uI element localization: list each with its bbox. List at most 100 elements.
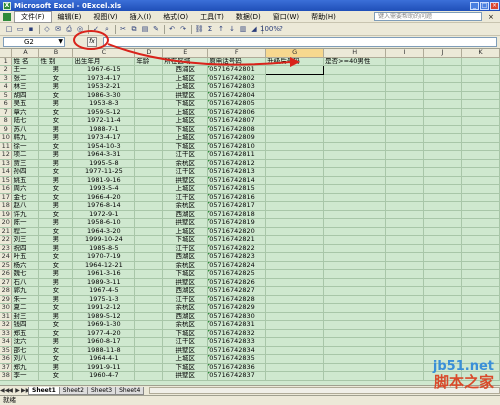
cell-g36[interactable] bbox=[265, 354, 325, 364]
cell-i12[interactable] bbox=[385, 150, 425, 160]
cell-b23[interactable]: 男 bbox=[38, 244, 74, 253]
cell-b31[interactable]: 男 bbox=[38, 312, 74, 321]
cell-b21[interactable]: 女 bbox=[38, 227, 74, 236]
cell-b27[interactable]: 男 bbox=[38, 278, 74, 287]
menu-file[interactable]: 文件(F) bbox=[14, 10, 52, 23]
cell-e25[interactable]: 余杭区 bbox=[162, 261, 209, 270]
row-header[interactable]: 32 bbox=[0, 320, 13, 330]
cell-i26[interactable] bbox=[385, 269, 425, 279]
cell-h23[interactable] bbox=[323, 244, 387, 253]
cell-k14[interactable] bbox=[461, 167, 500, 177]
cell-a23[interactable]: 祝四 bbox=[11, 244, 40, 253]
row-header[interactable]: 10 bbox=[0, 133, 13, 143]
tab-scroll-icon[interactable]: ▶ bbox=[14, 387, 21, 394]
cell-a32[interactable]: 钱四 bbox=[11, 320, 40, 330]
cell-c27[interactable]: 1989-3-11 bbox=[72, 278, 136, 287]
select-all-corner[interactable] bbox=[0, 49, 13, 58]
cell-g4[interactable] bbox=[265, 82, 325, 92]
cell-c12[interactable]: 1964-3-31 bbox=[72, 150, 136, 160]
cell-c32[interactable]: 1969-1-30 bbox=[72, 320, 136, 330]
cell-c9[interactable]: 1988-7-1 bbox=[72, 125, 136, 134]
row-header[interactable]: 38 bbox=[0, 371, 13, 381]
cell-f19[interactable]: 05716742818 bbox=[207, 210, 267, 219]
row-header[interactable]: 34 bbox=[0, 337, 13, 347]
cell-f37[interactable]: 05716742836 bbox=[207, 363, 267, 372]
cell-f17[interactable]: 05716742816 bbox=[207, 193, 267, 202]
cell-h7[interactable] bbox=[323, 108, 387, 117]
cell-c2[interactable]: 1967-6-15 bbox=[72, 65, 136, 75]
tab-sheet4[interactable]: Sheet4 bbox=[115, 386, 145, 395]
cell-j5[interactable] bbox=[423, 91, 462, 100]
cell-d2[interactable] bbox=[134, 65, 164, 75]
cell-e8[interactable]: 上城区 bbox=[162, 116, 209, 126]
cell-i3[interactable] bbox=[385, 74, 425, 83]
cell-a6[interactable]: 吴五 bbox=[11, 99, 40, 109]
cell-c7[interactable]: 1959-5-12 bbox=[72, 108, 136, 117]
cell-k13[interactable] bbox=[461, 159, 500, 168]
cell-c28[interactable]: 1967-4-5 bbox=[72, 286, 136, 296]
cell-g10[interactable] bbox=[265, 133, 325, 143]
cell-d29[interactable] bbox=[134, 295, 164, 304]
cell-i11[interactable] bbox=[385, 142, 425, 151]
save-icon[interactable]: ▪ bbox=[26, 24, 36, 34]
row-header[interactable]: 15 bbox=[0, 176, 13, 185]
row-header[interactable]: 35 bbox=[0, 346, 13, 355]
cell-c34[interactable]: 1960-8-17 bbox=[72, 337, 136, 347]
cell-j21[interactable] bbox=[423, 227, 462, 236]
cell-f27[interactable]: 05716742826 bbox=[207, 278, 267, 287]
tab-sheet2[interactable]: Sheet2 bbox=[58, 386, 88, 395]
tab-sheet3[interactable]: Sheet3 bbox=[86, 386, 117, 395]
row-header[interactable]: 30 bbox=[0, 303, 13, 313]
cell-i38[interactable] bbox=[385, 371, 425, 381]
cell-f21[interactable]: 05716742820 bbox=[207, 227, 267, 236]
cell-d32[interactable] bbox=[134, 320, 164, 330]
zoom-icon[interactable]: 100% bbox=[260, 24, 280, 34]
cell-e38[interactable]: 拱墅区 bbox=[162, 371, 209, 381]
cell-c26[interactable]: 1961-3-16 bbox=[72, 269, 136, 279]
cell-g1[interactable]: 升级后号码 bbox=[265, 57, 325, 66]
paste-icon[interactable]: ▤ bbox=[140, 24, 150, 34]
formula-input[interactable] bbox=[103, 37, 497, 47]
cell-h29[interactable] bbox=[323, 295, 387, 304]
close-workbook-icon[interactable]: × bbox=[488, 13, 496, 21]
cell-a17[interactable]: 金七 bbox=[11, 193, 40, 202]
cell-i24[interactable] bbox=[385, 252, 425, 262]
cell-i16[interactable] bbox=[385, 184, 425, 194]
cell-k9[interactable] bbox=[461, 125, 500, 134]
cell-b11[interactable]: 女 bbox=[38, 142, 74, 151]
cell-b17[interactable]: 女 bbox=[38, 193, 74, 202]
column-header-i[interactable]: I bbox=[385, 49, 425, 58]
cell-g33[interactable] bbox=[265, 329, 325, 338]
cell-b34[interactable]: 男 bbox=[38, 337, 74, 347]
cell-i37[interactable] bbox=[385, 363, 425, 372]
cell-d15[interactable] bbox=[134, 176, 164, 185]
cell-c37[interactable]: 1991-9-11 bbox=[72, 363, 136, 372]
close-button[interactable]: × bbox=[490, 1, 499, 10]
cell-k5[interactable] bbox=[461, 91, 500, 100]
cell-j12[interactable] bbox=[423, 150, 462, 160]
cell-g15[interactable] bbox=[265, 176, 325, 185]
cell-a33[interactable]: 郑五 bbox=[11, 329, 40, 338]
cell-h4[interactable] bbox=[323, 82, 387, 92]
cell-g12[interactable] bbox=[265, 150, 325, 160]
cell-c36[interactable]: 1964-4-1 bbox=[72, 354, 136, 364]
cell-b25[interactable]: 女 bbox=[38, 261, 74, 270]
cell-e23[interactable]: 江干区 bbox=[162, 244, 209, 253]
cell-f11[interactable]: 05716742810 bbox=[207, 142, 267, 151]
cell-g28[interactable] bbox=[265, 286, 325, 296]
cell-h37[interactable] bbox=[323, 363, 387, 372]
row-header[interactable]: 2 bbox=[0, 65, 13, 75]
cell-g32[interactable] bbox=[265, 320, 325, 330]
cell-e1[interactable]: 所在区域 bbox=[162, 57, 209, 66]
cell-f24[interactable]: 05716742823 bbox=[207, 252, 267, 262]
minimize-button[interactable]: _ bbox=[470, 1, 479, 10]
cell-i25[interactable] bbox=[385, 261, 425, 270]
cell-h38[interactable] bbox=[323, 371, 387, 381]
cell-f35[interactable]: 05716742834 bbox=[207, 346, 267, 355]
cell-c17[interactable]: 1966-4-20 bbox=[72, 193, 136, 202]
cell-b36[interactable]: 女 bbox=[38, 354, 74, 364]
cell-e35[interactable]: 拱墅区 bbox=[162, 346, 209, 355]
cell-e32[interactable]: 余杭区 bbox=[162, 320, 209, 330]
cell-b29[interactable]: 男 bbox=[38, 295, 74, 304]
cell-c4[interactable]: 1953-2-21 bbox=[72, 82, 136, 92]
